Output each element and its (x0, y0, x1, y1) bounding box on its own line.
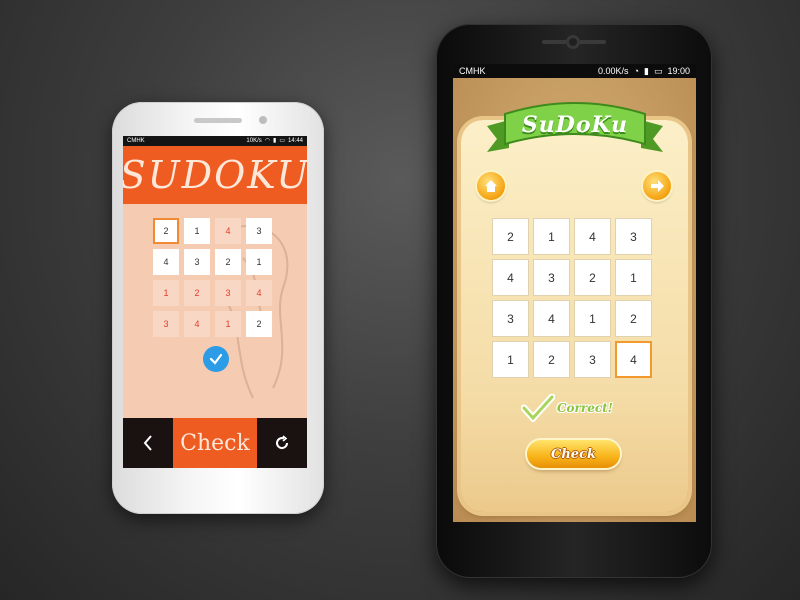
screen-left: CMHK 10K/s ◠ ▮ ▭ 14:44 SUDOKU 2143432112… (123, 136, 307, 468)
front-camera (566, 35, 580, 49)
next-button[interactable] (643, 172, 671, 200)
phone-left: CMHK 10K/s ◠ ▮ ▭ 14:44 SUDOKU 2143432112… (112, 102, 324, 514)
game-body: SuDoKu 2143432134121234 Correct! Check (453, 78, 696, 522)
app-title: SUDOKU (123, 153, 307, 197)
clock: 14:44 (287, 138, 303, 144)
sudoku-cell[interactable]: 1 (574, 300, 611, 337)
alarm-icon: ◔ (633, 66, 639, 76)
sudoku-cell[interactable]: 2 (615, 300, 652, 337)
sudoku-cell[interactable]: 4 (215, 218, 241, 244)
status-bar: CMHK 0.00K/s ◔ ▮ ▭ 19:00 (453, 64, 696, 78)
sudoku-cell[interactable]: 1 (246, 249, 272, 275)
sudoku-cell[interactable]: 4 (246, 280, 272, 306)
screen-right: CMHK 0.00K/s ◔ ▮ ▭ 19:00 SuDoKu 2 1 4 3 … (453, 64, 696, 522)
battery-icon: ▭ (653, 66, 663, 76)
sudoku-cell[interactable]: 1 (153, 280, 179, 306)
sudoku-cell[interactable]: 2 (533, 341, 570, 378)
correct-indicator: Correct! (521, 394, 613, 422)
sudoku-cell[interactable]: 4 (153, 249, 179, 275)
title-banner: SuDoKu (487, 96, 663, 158)
signal-icon: ▮ (644, 66, 649, 76)
battery-icon: ▭ (279, 138, 285, 144)
sudoku-cell[interactable]: 1 (615, 259, 652, 296)
sudoku-cell[interactable]: 1 (215, 311, 241, 337)
speaker-grille (194, 118, 242, 123)
home-icon (485, 180, 497, 192)
sudoku-grid: 2143432134121234 (492, 218, 652, 378)
refresh-icon (276, 435, 289, 450)
sudoku-cell[interactable]: 4 (184, 311, 210, 337)
home-button[interactable] (477, 172, 505, 200)
sudoku-cell[interactable]: 3 (184, 249, 210, 275)
front-camera (259, 116, 267, 124)
game-board-area: 2143432112343412 (123, 204, 307, 404)
sudoku-cell[interactable]: 1 (533, 218, 570, 255)
carrier-label: CMHK (127, 138, 145, 144)
sudoku-cell[interactable]: 2 (574, 259, 611, 296)
sudoku-cell[interactable]: 3 (246, 218, 272, 244)
app-header: SUDOKU (123, 146, 307, 204)
correct-label: Correct! (557, 401, 613, 415)
status-bar: CMHK 10K/s ◠ ▮ ▭ 14:44 (123, 136, 307, 146)
phone-right: CMHK 0.00K/s ◔ ▮ ▭ 19:00 SuDoKu 2 1 4 3 … (436, 24, 712, 578)
check-circle-icon (203, 346, 229, 372)
bottom-bar: Check (123, 418, 307, 468)
clock: 19:00 (667, 66, 690, 76)
network-speed: 0.00K/s (598, 66, 629, 76)
sudoku-cell[interactable]: 1 (492, 341, 529, 378)
arrow-right-icon (651, 180, 664, 192)
sudoku-cell[interactable]: 4 (533, 300, 570, 337)
sudoku-cell[interactable]: 3 (492, 300, 529, 337)
network-speed: 10K/s (246, 138, 262, 144)
app-title: SuDoKu (521, 112, 629, 138)
carrier-label: CMHK (459, 66, 486, 76)
chevron-left-icon (143, 435, 152, 451)
checkmark-icon (521, 394, 555, 422)
refresh-button[interactable] (257, 418, 307, 468)
sudoku-cell[interactable]: 2 (153, 218, 179, 244)
sudoku-cell[interactable]: 4 (615, 341, 652, 378)
sudoku-grid: 2143432112343412 (153, 218, 272, 337)
sudoku-cell[interactable]: 4 (574, 218, 611, 255)
sudoku-cell[interactable]: 3 (153, 311, 179, 337)
signal-icon: ▮ (273, 138, 277, 144)
wifi-icon: ◠ (264, 138, 270, 144)
check-button[interactable]: Check (173, 418, 257, 468)
check-button[interactable]: Check (527, 440, 620, 468)
sudoku-cell[interactable]: 2 (184, 280, 210, 306)
sudoku-cell[interactable]: 2 (215, 249, 241, 275)
sudoku-cell[interactable]: 2 (492, 218, 529, 255)
sudoku-cell[interactable]: 1 (184, 218, 210, 244)
sudoku-cell[interactable]: 2 (246, 311, 272, 337)
sudoku-cell[interactable]: 4 (492, 259, 529, 296)
back-button[interactable] (123, 418, 173, 468)
sudoku-cell[interactable]: 3 (615, 218, 652, 255)
sudoku-cell[interactable]: 3 (533, 259, 570, 296)
sudoku-cell[interactable]: 3 (215, 280, 241, 306)
sudoku-cell[interactable]: 3 (574, 341, 611, 378)
